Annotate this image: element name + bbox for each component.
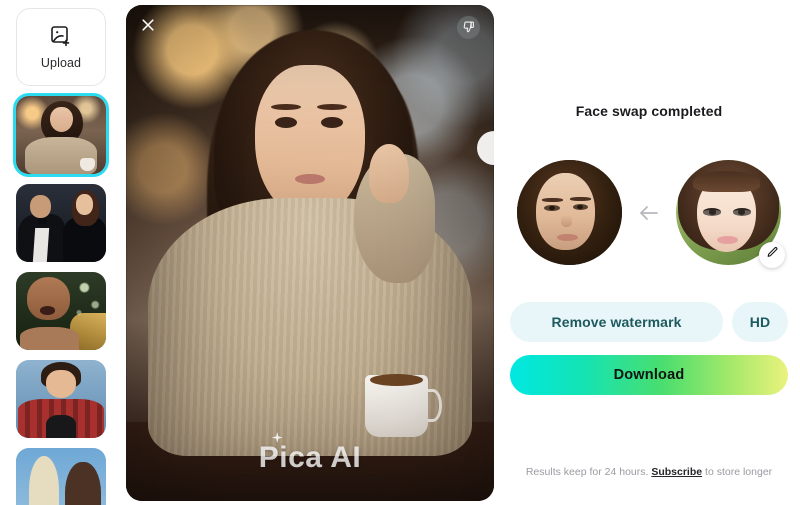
arrow-left-icon (636, 200, 662, 226)
remove-watermark-button[interactable]: Remove watermark (510, 302, 723, 342)
page-title: Face swap completed (575, 103, 723, 119)
result-image-preview[interactable]: Pica AI (126, 5, 494, 501)
subscribe-link[interactable]: Subscribe (651, 466, 702, 478)
result-panel: Face swap completed Remove watermark HD … (498, 0, 800, 505)
sidebar-item-thumb-1[interactable] (13, 93, 109, 177)
thumbnail-sidebar[interactable]: Upload (0, 0, 122, 505)
source-face-avatar[interactable] (676, 160, 785, 268)
retention-prefix: Results keep for 24 hours. (525, 466, 652, 478)
upload-button[interactable]: Upload (16, 8, 106, 86)
download-button[interactable]: Download (510, 355, 788, 395)
thumb-1-image (16, 96, 106, 174)
thumb-3-image (16, 272, 106, 350)
action-button-row: Remove watermark HD (510, 302, 788, 342)
thumb-4-image (16, 360, 106, 438)
close-icon[interactable] (140, 17, 156, 33)
preview-vignette (126, 5, 494, 501)
pica-ai-face-swap-app: Upload Pica AI Face swap completed Remov… (0, 0, 800, 505)
result-face-avatar[interactable] (517, 160, 622, 265)
thumb-5-image (16, 448, 106, 505)
thumbs-down-icon[interactable] (457, 16, 480, 39)
upload-label: Upload (40, 56, 82, 70)
sidebar-item-thumb-4[interactable] (16, 360, 106, 438)
face-swap-comparison (498, 160, 800, 268)
preview-stage: Pica AI (122, 0, 498, 505)
sidebar-item-thumb-3[interactable] (16, 272, 106, 350)
retention-notice: Results keep for 24 hours. Subscribe to … (498, 466, 800, 478)
image-plus-icon (49, 24, 73, 48)
sidebar-item-thumb-2[interactable] (16, 184, 106, 262)
retention-suffix: to store longer (702, 466, 773, 478)
edit-source-face-button[interactable] (759, 242, 785, 268)
sidebar-item-thumb-5[interactable] (16, 448, 106, 505)
hd-button[interactable]: HD (732, 302, 788, 342)
thumb-2-image (16, 184, 106, 262)
pencil-edit-icon (766, 246, 779, 264)
